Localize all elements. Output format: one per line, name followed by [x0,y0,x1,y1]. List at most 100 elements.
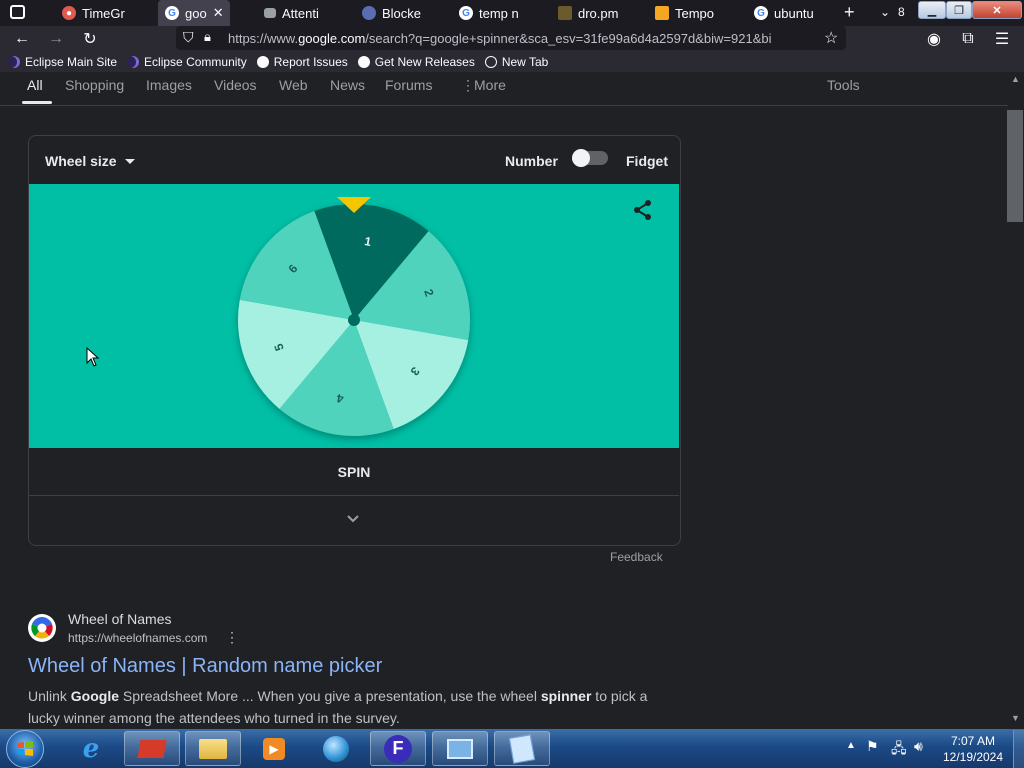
volume-icon[interactable]: 🔊︎ [914,738,923,755]
tab-web[interactable]: Web [279,77,308,93]
wheel-area[interactable]: 123456 [29,184,679,448]
mouse-cursor-icon [86,347,100,367]
google-favicon: G [165,6,179,20]
close-tab-icon[interactable]: ✕ [213,5,224,21]
browser-tab[interactable]: Tempo [655,0,745,26]
google-favicon: G [754,6,768,20]
result-more-options-icon[interactable]: ⋮ [225,629,239,646]
browser-tab[interactable]: G temp n [459,0,549,26]
notepad-icon [508,733,536,764]
scroll-up-arrow-icon[interactable]: ▲ [1011,74,1020,84]
close-window-button[interactable]: ✕ [972,1,1022,19]
taskbar-file-explorer[interactable] [185,731,241,766]
start-button[interactable] [6,730,44,768]
taskbar-notepad[interactable] [494,731,550,766]
browser-tab[interactable]: dro.pm [558,0,648,26]
account-icon[interactable]: ◉ [923,28,945,50]
tab-news[interactable]: News [330,77,365,93]
bookmark-new-tab[interactable]: New Tab [484,55,548,69]
tracking-shield-icon[interactable]: ⛉ [183,29,194,46]
tools-button[interactable]: Tools [827,77,860,93]
windows-logo-icon [17,741,33,756]
browser-tab[interactable]: Attenti [264,0,354,26]
taskbar-app-red[interactable] [124,731,180,766]
tab-all[interactable]: All [27,77,43,93]
eclipse-icon [127,56,140,68]
reload-icon[interactable]: ↻ [79,28,101,50]
tab-more[interactable]: More [474,77,506,93]
browser-tab[interactable]: ● TimeGr [62,0,154,26]
scrollbar-thumb[interactable] [1007,110,1023,222]
result-site-url[interactable]: https://wheelofnames.com [68,631,207,645]
taskbar-control-panel[interactable] [432,731,488,766]
bookmark-star-icon[interactable]: ☆ [824,28,838,48]
browser-tab[interactable]: Blocke [362,0,452,26]
spinner-wheel-svg[interactable]: 123456 [29,184,679,448]
github-icon [357,56,370,68]
bookmark-get-new-releases[interactable]: Get New Releases [357,55,475,69]
url-text: https://www.google.com/search?q=google+s… [228,31,772,46]
tab-videos[interactable]: Videos [214,77,257,93]
menu-hamburger-icon[interactable]: ☰ [991,28,1013,50]
internet-explorer-icon: e [82,733,100,764]
browser-tab[interactable]: G ubuntu [754,0,834,26]
restore-button[interactable]: ❐ [946,1,972,19]
bookmark-report-issues[interactable]: Report Issues [256,55,348,69]
bookmark-eclipse-main[interactable]: Eclipse Main Site [8,55,117,69]
wheel-center-hub [348,314,360,326]
scroll-down-arrow-icon[interactable]: ▼ [1011,713,1020,723]
blocked-favicon [362,6,376,20]
timegr-favicon: ● [62,6,76,20]
new-tab-plus-icon[interactable]: + [844,2,855,23]
bookmark-eclipse-community[interactable]: Eclipse Community [127,55,247,69]
extensions-icon[interactable]: ⧉ [957,28,979,50]
lock-icon[interactable]: 🔒︎ [204,29,211,45]
folder-icon [199,738,227,759]
result-title-link[interactable]: Wheel of Names | Random name picker [28,655,382,678]
search-type-tabs: All Shopping Images Videos Web News Foru… [0,72,1008,106]
spin-button[interactable]: SPIN [29,449,679,496]
clock[interactable]: 7:07 AM 12/19/2024 [938,733,1008,765]
tab-overview-icon[interactable] [10,5,25,19]
browser-tab-active[interactable]: G goo ✕ [158,0,230,26]
f-app-icon: F [384,734,412,763]
result-site-name[interactable]: Wheel of Names [68,611,171,627]
attention-favicon [264,8,276,18]
taskbar-browser-globe[interactable] [308,731,364,766]
forward-arrow-icon[interactable]: → [45,28,67,50]
red-app-icon [137,739,167,758]
mode-number-label: Number [505,153,558,169]
taskbar-internet-explorer[interactable]: e [63,731,119,766]
bookmarks-bar: Eclipse Main Site Eclipse Community Repo… [0,52,1024,72]
wheelofnames-favicon [28,614,56,642]
mode-toggle-knob[interactable] [572,149,590,167]
control-panel-icon [447,738,473,759]
tab-forums[interactable]: Forums [385,77,432,93]
tempo-favicon [655,6,669,20]
back-arrow-icon[interactable]: ← [11,28,33,50]
feedback-link[interactable]: Feedback [610,550,663,564]
more-dots-icon[interactable]: ⋮ [461,77,475,94]
address-bar[interactable]: ⛉ 🔒︎ https://www.google.com/search?q=goo… [176,26,846,50]
media-player-icon: ▶ [263,737,285,760]
tray-expand-icon[interactable]: ▲ [846,740,856,751]
globe-icon [484,56,497,68]
tab-images[interactable]: Images [146,77,192,93]
eclipse-icon [8,56,20,68]
tab-shopping[interactable]: Shopping [65,77,124,93]
action-center-flag-icon[interactable]: ⚑ [866,738,879,755]
browser-tab-bar: ● TimeGr G goo ✕ Attenti Blocke G temp n… [0,0,1024,26]
tab-list-chevron-icon[interactable]: ⌄ [880,5,890,19]
dropm-favicon [558,6,572,20]
expand-chevron-icon[interactable] [345,510,361,526]
clock-time: 7:07 AM [950,734,996,748]
active-tab-underline [22,101,52,104]
wheel-size-dropdown[interactable]: Wheel size [45,153,135,169]
network-icon[interactable]: 🖧︎ [891,738,907,762]
show-desktop-button[interactable] [1013,730,1024,768]
minimize-button[interactable]: ▁ [918,1,946,19]
taskbar-firefox-like[interactable]: F [370,731,426,766]
dropdown-caret-icon [124,158,135,164]
share-icon[interactable] [632,199,654,221]
taskbar-media-player[interactable]: ▶ [246,731,302,766]
